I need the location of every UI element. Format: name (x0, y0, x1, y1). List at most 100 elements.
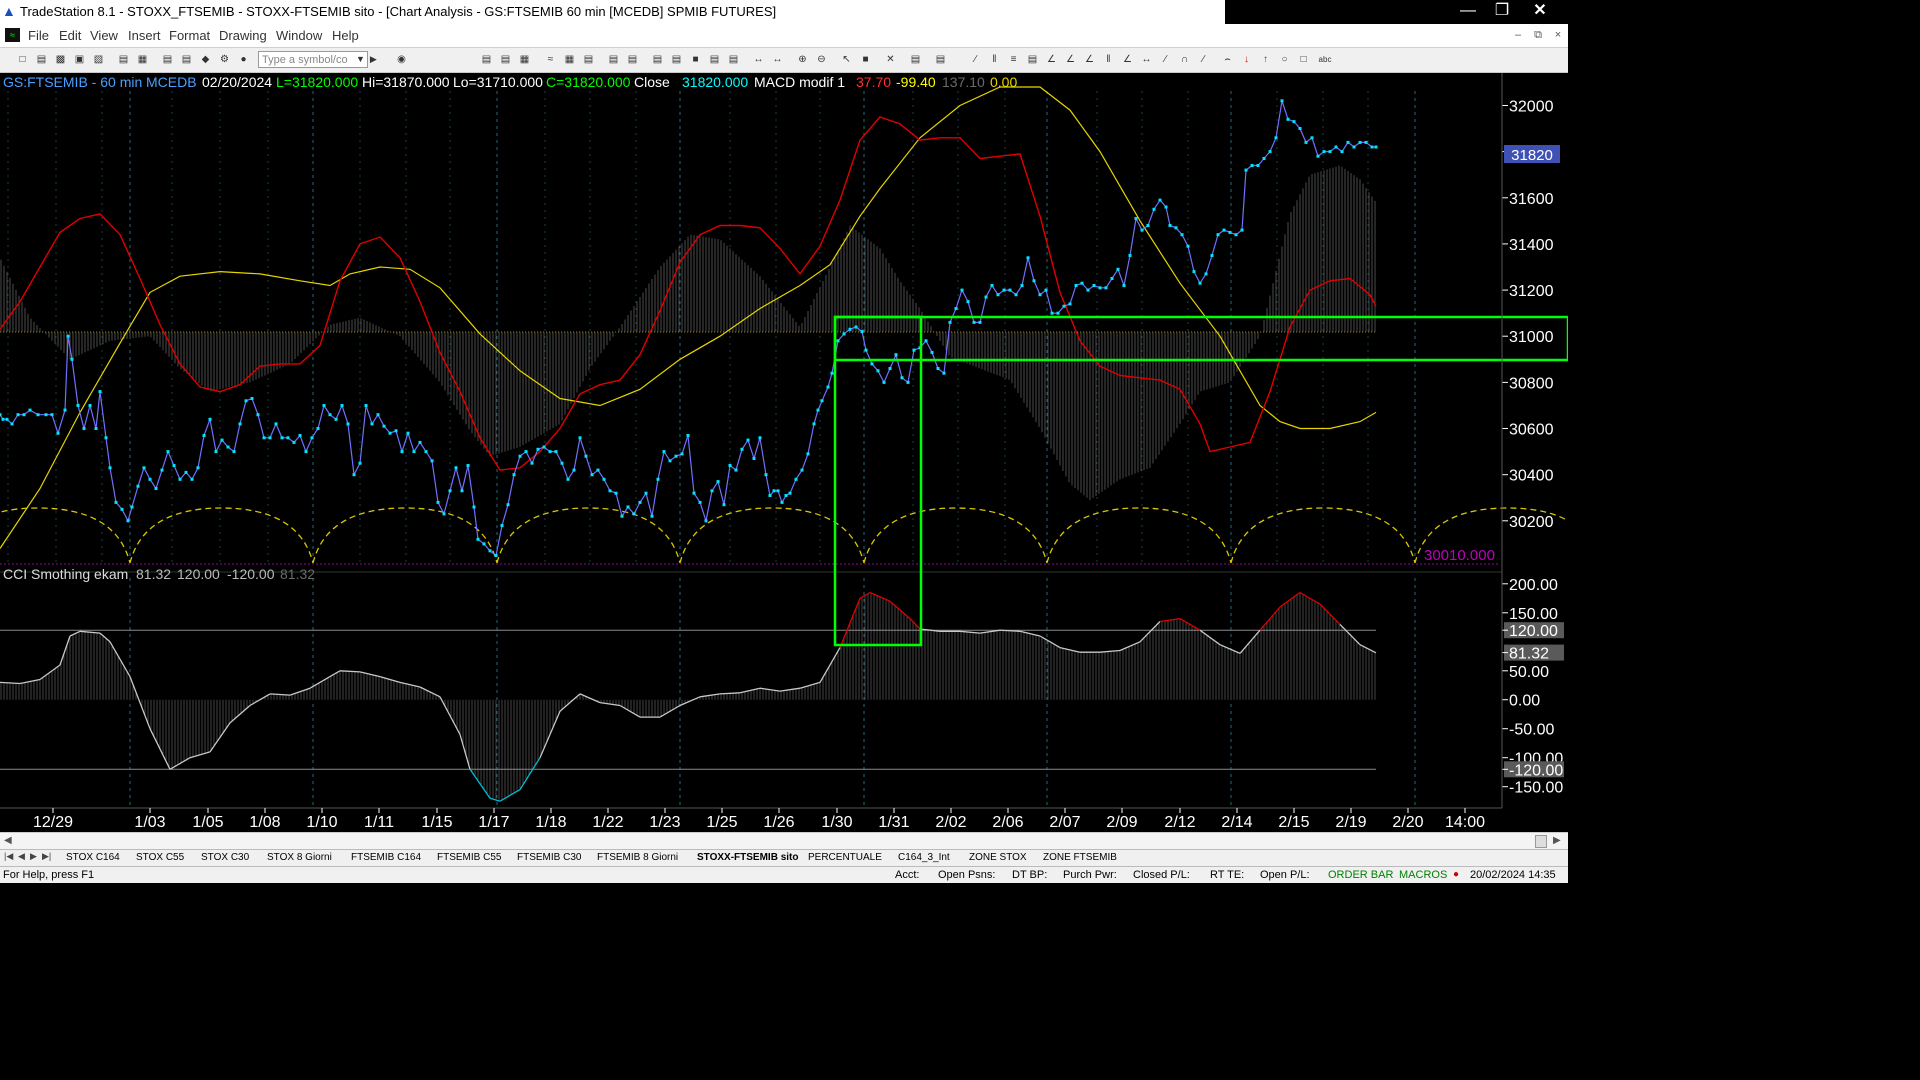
menu-insert[interactable]: Insert (128, 28, 161, 43)
tab-percentuale[interactable]: PERCENTUALE (808, 851, 882, 865)
scroll-left-icon[interactable]: ◀ (4, 835, 12, 846)
mdi-minimize-icon[interactable]: – (1510, 27, 1526, 43)
curve-icon[interactable]: ⌢ (1221, 53, 1234, 66)
rectangle-icon[interactable]: □ (1297, 53, 1310, 66)
replay-icon[interactable]: ▤ (626, 53, 639, 66)
status-order-bar[interactable]: ORDER BAR (1328, 868, 1393, 882)
tab-ftsemib-8-giorni[interactable]: FTSEMIB 8 Giorni (597, 851, 678, 865)
indicator-icon[interactable]: ▤ (670, 53, 683, 66)
tab-c164-3-int[interactable]: C164_3_Int (898, 851, 950, 865)
fan-lines-icon[interactable]: ∠ (1045, 53, 1058, 66)
tab-first-icon[interactable]: |◀ (4, 851, 13, 862)
price-dot (662, 450, 666, 454)
horizontal-scrollbar[interactable]: ◀ ▶ (0, 832, 1568, 849)
globe-icon[interactable]: ● (237, 53, 250, 66)
mdi-close-icon[interactable]: × (1550, 27, 1566, 43)
minimize-button[interactable]: — (1451, 0, 1485, 24)
lock-icon[interactable]: ◆ (199, 53, 212, 66)
print-preview-icon[interactable]: ▦ (136, 53, 149, 66)
tab-stox-c164[interactable]: STOX C164 (66, 851, 120, 865)
menu-drawing[interactable]: Drawing (219, 28, 267, 43)
chart-style-icon[interactable]: ▤ (499, 53, 512, 66)
trendline-icon[interactable]: ∕ (969, 53, 982, 66)
symbol-input[interactable]: Type a symbol/co (258, 51, 368, 68)
tab-ftsemib-c30[interactable]: FTSEMIB C30 (517, 851, 581, 865)
tab-stox-c30[interactable]: STOX C30 (201, 851, 249, 865)
compress-icon[interactable]: ↔ (752, 53, 765, 66)
tab-stox-8-giorni[interactable]: STOX 8 Giorni (267, 851, 332, 865)
horizontal-lines-icon[interactable]: ≡ (1007, 53, 1020, 66)
header-date: 02/20/2024 (202, 74, 272, 90)
new-icon[interactable]: □ (16, 53, 29, 66)
menu-view[interactable]: View (90, 28, 118, 43)
speed-lines-icon[interactable]: ▤ (1026, 53, 1039, 66)
arrow-down-icon[interactable]: ↓ (1240, 53, 1253, 66)
paintbar-icon[interactable]: ▤ (727, 53, 740, 66)
order-entry-icon[interactable]: ▤ (909, 53, 922, 66)
freehand-icon[interactable]: ∕ (1197, 53, 1210, 66)
chart-data-icon[interactable]: ▦ (518, 53, 531, 66)
zoom-out-icon[interactable]: ⊖ (815, 53, 828, 66)
data-window-icon[interactable]: ■ (859, 53, 872, 66)
expand-icon[interactable]: ↔ (771, 53, 784, 66)
menu-format[interactable]: Format (169, 28, 210, 43)
folder-icon[interactable]: ▧ (92, 53, 105, 66)
zoom-in-icon[interactable]: ⊕ (796, 53, 809, 66)
tab-zone-stox[interactable]: ZONE STOX (969, 851, 1027, 865)
scroll-thumb[interactable] (1535, 835, 1547, 848)
workspace-icon[interactable]: ▩ (54, 53, 67, 66)
tab-zone-ftsemib[interactable]: ZONE FTSEMIB (1043, 851, 1117, 865)
binoculars-icon[interactable]: ◉ (395, 53, 408, 66)
text-tool-icon[interactable]: abc (1316, 53, 1334, 66)
maximize-button[interactable]: ❐ (1485, 0, 1519, 24)
tab-ftsemib-c164[interactable]: FTSEMIB C164 (351, 851, 421, 865)
chart-format-icon[interactable]: ▤ (480, 53, 493, 66)
pointer-icon[interactable]: ↖ (840, 53, 853, 66)
open-icon[interactable]: ▤ (35, 53, 48, 66)
tools-icon[interactable]: ⚙ (218, 53, 231, 66)
scroll-right-icon[interactable]: ▶ (1553, 835, 1561, 846)
tab-next-icon[interactable]: ▶ (30, 851, 37, 862)
tab-ftsemib-c55[interactable]: FTSEMIB C55 (437, 851, 501, 865)
line-chart-icon[interactable]: ▤ (582, 53, 595, 66)
window-icon[interactable]: ▤ (161, 53, 174, 66)
price-dot (0, 413, 2, 417)
menu-window[interactable]: Window (276, 28, 322, 43)
ellipse-icon[interactable]: ○ (1278, 53, 1291, 66)
channel-icon[interactable]: ∕ (1159, 53, 1172, 66)
price-dot (148, 477, 152, 481)
candlestick-icon[interactable]: ▦ (563, 53, 576, 66)
alert-icon[interactable]: ▤ (934, 53, 947, 66)
arc-tool-icon[interactable]: ∩ (1178, 53, 1191, 66)
fib-fan-icon[interactable]: ∠ (1121, 53, 1134, 66)
menu-file[interactable]: File (28, 28, 49, 43)
window-tile-icon[interactable]: ▤ (180, 53, 193, 66)
tradestation-app-icon[interactable]: ▲ (2, 4, 16, 18)
drawing-tools-icon[interactable]: ✕ (884, 53, 897, 66)
showme-icon[interactable]: ▤ (708, 53, 721, 66)
tab-stox-c55[interactable]: STOX C55 (136, 851, 184, 865)
menu-help[interactable]: Help (332, 28, 359, 43)
tab-stoxx-ftsemib-sito[interactable]: STOXX-FTSEMIB sito (697, 851, 799, 865)
copy-icon[interactable]: ▣ (73, 53, 86, 66)
menu-edit[interactable]: Edit (59, 28, 81, 43)
mdi-restore-icon[interactable]: ⧉ (1530, 27, 1546, 43)
fib-time-icon[interactable]: ‖ (1102, 53, 1115, 66)
close-button[interactable]: ✕ (1523, 0, 1557, 24)
print-icon[interactable]: ▤ (117, 53, 130, 66)
vertical-lines-icon[interactable]: ‖ (988, 53, 1001, 66)
tab-last-icon[interactable]: ▶| (42, 851, 51, 862)
gann-icon[interactable]: ∠ (1083, 53, 1096, 66)
bar-chart-icon[interactable]: ≈ (544, 53, 557, 66)
arrow-up-icon[interactable]: ↑ (1259, 53, 1272, 66)
status-macros[interactable]: MACROS (1399, 868, 1447, 882)
horizontal-arrow-icon[interactable]: ↔ (1140, 53, 1153, 66)
chart-window-icon[interactable]: ≈ (5, 28, 20, 42)
strategy-icon[interactable]: ▤ (651, 53, 664, 66)
insert-analysis-icon[interactable]: ■ (689, 53, 702, 66)
symbol-dropdown-icon[interactable]: ▼ ▶ (356, 51, 377, 68)
tab-prev-icon[interactable]: ◀ (18, 851, 25, 862)
chart-analysis-window[interactable]: 3200031800316003140031200310003080030600… (0, 73, 1568, 832)
arc-icon[interactable]: ∠ (1064, 53, 1077, 66)
refresh-icon[interactable]: ▤ (607, 53, 620, 66)
